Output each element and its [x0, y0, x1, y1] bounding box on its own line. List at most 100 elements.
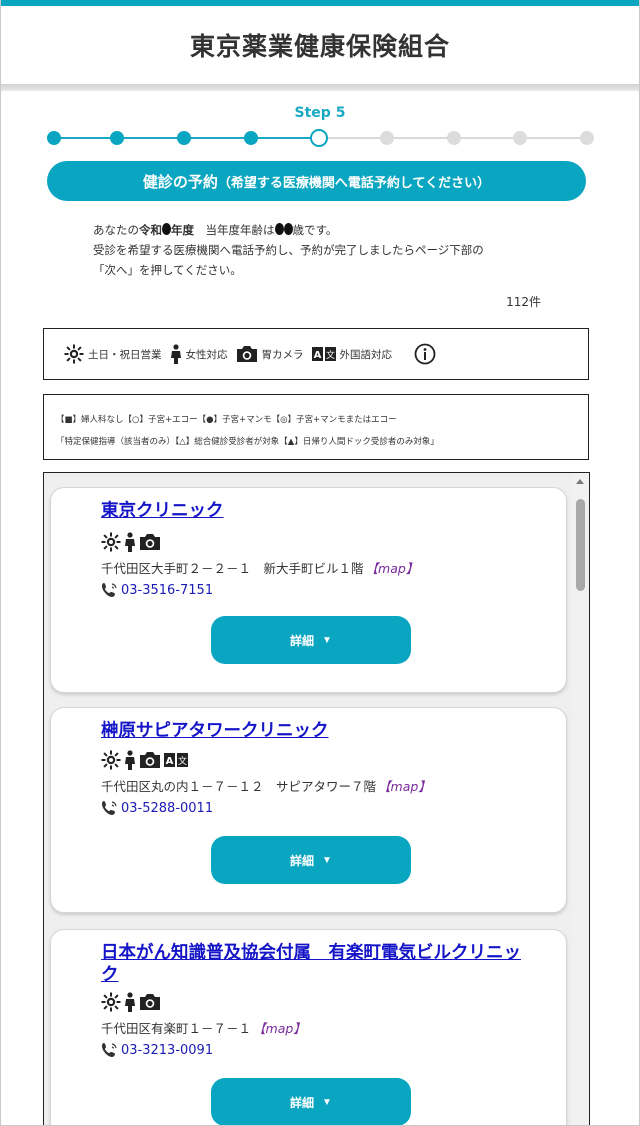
- clinic-phone[interactable]: 03-3516-7151: [101, 582, 213, 598]
- intro-year-label: 年度: [171, 223, 194, 237]
- sun-icon: [101, 750, 121, 770]
- translate-icon: A文: [164, 753, 188, 767]
- legend-female-label: 女性対応: [185, 348, 228, 361]
- header-divider: [1, 84, 639, 91]
- step-dot-6: [380, 131, 394, 145]
- legend-weekend-label: 土日・祝日営業: [88, 348, 162, 361]
- svg-text:文: 文: [178, 755, 187, 767]
- camera-icon: [236, 346, 257, 362]
- step-dot-8: [513, 131, 527, 145]
- sun-icon: [101, 532, 121, 552]
- banner-subtitle: （希望する医療機関へ電話予約してください）: [217, 175, 491, 191]
- page-title: 東京薬業健康保険組合: [189, 32, 450, 61]
- clinic-feature-icons: [101, 992, 164, 1012]
- clinic-feature-icons: A文: [101, 750, 191, 770]
- female-icon: [125, 532, 135, 552]
- phone-icon: [102, 583, 117, 597]
- clinic-address: 千代田区大手町２－２－１ 新大手町ビル１階 【map】: [101, 558, 418, 577]
- banner-title: 健診の予約: [142, 172, 218, 191]
- clinic-address-text: 千代田区有楽町１－７－１: [101, 1021, 252, 1036]
- scroll-up-arrow-icon[interactable]: [576, 479, 584, 484]
- clinic-card: 東京クリニック 千代田区大手町２－２－１ 新大手町ビル１階 【map】 03-35…: [50, 487, 567, 693]
- intro-text: あなたの令和 年度 当年度年齢は 歳です。 受診を希望する医療機関へ電話予約し、予約…: [93, 220, 639, 280]
- legend-foreign: A文 外国語対応: [311, 346, 393, 362]
- clinic-card: 榊原サピアタワークリニック A文 千代田区丸の内１－７－１２ サピアタワー７階【…: [50, 707, 567, 913]
- scrollbar-thumb[interactable]: [576, 499, 585, 591]
- step-dot-4: [244, 131, 258, 145]
- svg-text:A: A: [313, 350, 321, 361]
- legend-weekend: 土日・祝日営業: [64, 344, 162, 364]
- detail-button[interactable]: 詳細 ▼: [211, 616, 411, 664]
- phone-icon: [102, 1043, 117, 1057]
- clinic-list[interactable]: 東京クリニック 千代田区大手町２－２－１ 新大手町ビル１階 【map】 03-35…: [43, 472, 590, 1125]
- camera-icon: [140, 752, 160, 768]
- camera-icon: [140, 994, 160, 1010]
- list-scrollbar[interactable]: [572, 473, 589, 1125]
- detail-button[interactable]: 詳細 ▼: [211, 1078, 411, 1125]
- reservation-banner: 健診の予約 （希望する医療機関へ電話予約してください）: [47, 161, 586, 201]
- map-link[interactable]: 【map】: [366, 561, 419, 576]
- intro-prefix: あなたの: [93, 223, 139, 237]
- map-link[interactable]: 【map】: [253, 1021, 306, 1036]
- result-count: 112件: [506, 295, 541, 309]
- intro-age-label: 当年度年齢は: [194, 223, 275, 237]
- sun-icon: [101, 992, 121, 1012]
- exam-notes: 【■】婦人科なし【○】子宮+エコー【●】子宮+マンモ【◎】子宮+マンモまたはエコ…: [43, 394, 589, 460]
- step-progress: [47, 126, 594, 150]
- intro-line-3: 「次へ」を押してください。: [93, 263, 242, 277]
- redacted-mark: [283, 223, 293, 235]
- step-dot-7: [447, 131, 461, 145]
- redacted-mark: [274, 223, 284, 235]
- legend-gastro: 胃カメラ: [236, 345, 304, 363]
- step-dot-3: [177, 131, 191, 145]
- notes-line-1: 【■】婦人科なし【○】子宮+エコー【●】子宮+マンモ【◎】子宮+マンモまたはエコ…: [56, 415, 397, 425]
- clinic-name-link[interactable]: 東京クリニック: [101, 500, 526, 522]
- page-frame: 東京薬業健康保険組合 Step 5 健診の予約 （希望する医療機関へ電話予約して…: [0, 0, 640, 1126]
- clinic-name-link[interactable]: 榊原サピアタワークリニック: [101, 720, 526, 742]
- legend-foreign-label: 外国語対応: [339, 348, 393, 361]
- step-dot-5-current: [310, 129, 328, 147]
- phone-icon: [102, 801, 117, 815]
- clinic-name-link[interactable]: 日本がん知識普及協会付属 有楽町電気ビルクリニック: [101, 942, 526, 986]
- clinic-phone[interactable]: 03-3213-0091: [101, 1042, 213, 1058]
- step-dot-2: [110, 131, 124, 145]
- detail-button-label: 詳細: [290, 633, 315, 648]
- intro-age-suffix: 歳です。: [292, 223, 338, 237]
- detail-button-label: 詳細: [290, 853, 315, 868]
- clinic-address: 千代田区有楽町１－７－１ 【map】: [101, 1018, 306, 1037]
- clinic-phone-number[interactable]: 03-3516-7151: [121, 583, 213, 598]
- legend-female: 女性対応: [170, 344, 228, 364]
- page-header: 東京薬業健康保険組合: [1, 6, 639, 84]
- female-icon: [125, 750, 135, 770]
- legend-gastro-label: 胃カメラ: [261, 348, 304, 361]
- legend-info[interactable]: [414, 343, 440, 365]
- intro-line-1: あなたの令和 年度 当年度年齢は 歳です。: [93, 220, 639, 240]
- translate-icon: A文: [311, 347, 336, 361]
- info-icon[interactable]: [414, 343, 436, 365]
- step-dot-9: [580, 131, 594, 145]
- clinic-phone[interactable]: 03-5288-0011: [101, 800, 213, 816]
- clinic-phone-number[interactable]: 03-5288-0011: [121, 801, 213, 816]
- svg-text:A: A: [166, 756, 174, 767]
- caret-down-icon: ▼: [322, 634, 332, 646]
- female-icon: [125, 992, 135, 1012]
- step-dot-1: [47, 131, 61, 145]
- intro-line-2: 受診を希望する医療機関へ電話予約し、予約が完了しましたらページ下部の: [93, 243, 484, 257]
- svg-text:文: 文: [325, 349, 334, 361]
- female-icon: [170, 344, 181, 364]
- caret-down-icon: ▼: [322, 1096, 332, 1108]
- clinic-card: 日本がん知識普及協会付属 有楽町電気ビルクリニック 千代田区有楽町１－７－１ 【m…: [50, 929, 567, 1125]
- step-label: Step 5: [294, 105, 346, 121]
- camera-icon: [140, 534, 160, 550]
- detail-button[interactable]: 詳細 ▼: [211, 836, 411, 884]
- clinic-address: 千代田区丸の内１－７－１２ サピアタワー７階 【map】: [101, 776, 431, 795]
- icon-legend: 土日・祝日営業 女性対応 胃カメラ A文 外国語対応: [43, 328, 589, 380]
- map-link[interactable]: 【map】: [378, 779, 431, 794]
- clinic-feature-icons: [101, 532, 164, 552]
- clinic-address-text: 千代田区丸の内１－７－１２ サピアタワー７階: [101, 779, 377, 794]
- intro-era: 令和: [139, 223, 162, 237]
- clinic-phone-number[interactable]: 03-3213-0091: [121, 1043, 213, 1058]
- sun-icon: [64, 344, 84, 364]
- clinic-address-text: 千代田区大手町２－２－１ 新大手町ビル１階: [101, 561, 364, 576]
- notes-line-2: 「特定保健指導（該当者のみ）【△】総合健診受診者が対象【▲】日帰り人間ドック受診…: [56, 437, 439, 447]
